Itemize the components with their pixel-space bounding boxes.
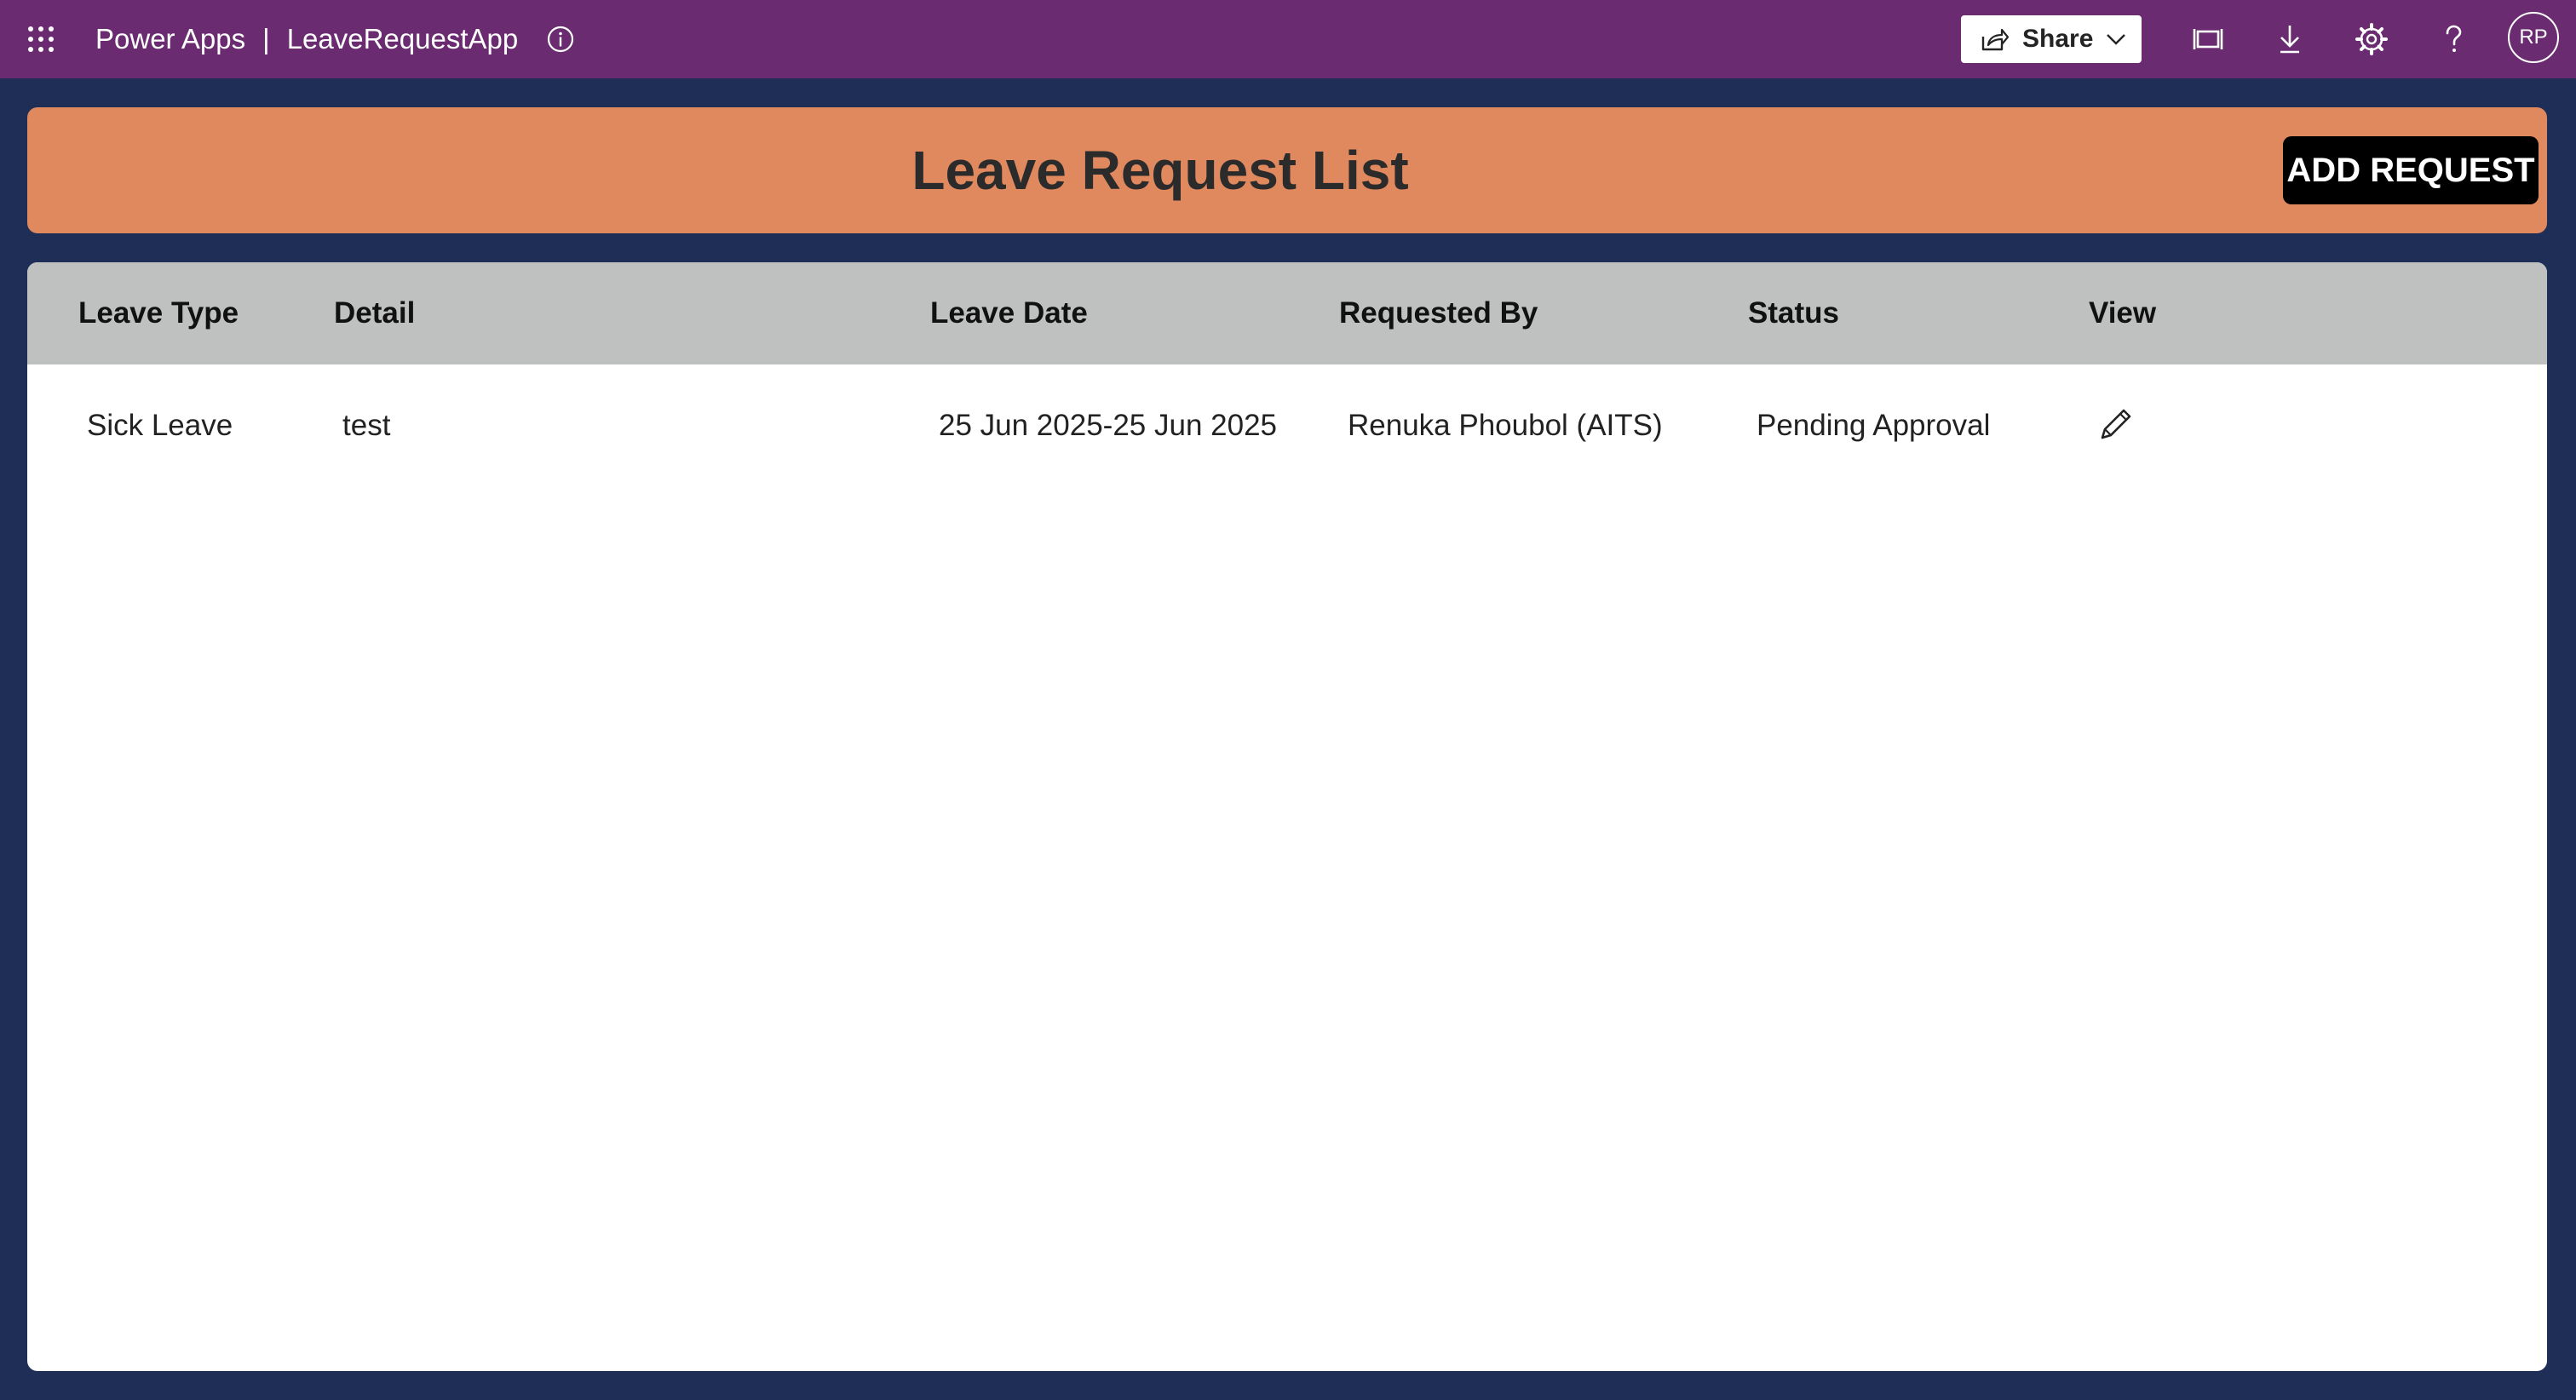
edit-icon[interactable] (2096, 404, 2136, 445)
app-name: LeaveRequestApp (286, 23, 519, 55)
leave-request-list: Leave Type Detail Leave Date Requested B… (27, 262, 2547, 1371)
page-title: Leave Request List (911, 140, 1409, 201)
title-separator: | (262, 23, 270, 55)
info-icon[interactable] (545, 24, 576, 55)
add-request-button[interactable]: ADD REQUEST (2283, 136, 2539, 204)
cell-requested-by: Renuka Phoubol (AITS) (1348, 409, 1663, 442)
share-icon (1981, 28, 2009, 51)
column-header-requested-by: Requested By (1339, 296, 1538, 330)
column-header-leave-date: Leave Date (930, 296, 1088, 330)
column-header-leave-type: Leave Type (78, 296, 239, 330)
cell-status: Pending Approval (1757, 409, 1991, 442)
cell-leave-date: 25 Jun 2025-25 Jun 2025 (939, 409, 1277, 442)
header-band: Leave Request List ADD REQUEST (27, 107, 2547, 233)
column-header-detail: Detail (334, 296, 416, 330)
avatar[interactable]: RP (2508, 12, 2559, 63)
help-icon[interactable] (2435, 20, 2472, 58)
table-header: Leave Type Detail Leave Date Requested B… (27, 262, 2547, 364)
chevron-down-icon (2107, 34, 2126, 45)
share-button[interactable]: Share (1961, 15, 2142, 63)
gear-icon[interactable] (2353, 20, 2390, 58)
product-name[interactable]: Power Apps (95, 23, 245, 55)
column-header-view: View (2089, 296, 2157, 330)
cell-leave-type: Sick Leave (87, 409, 233, 442)
cell-detail: test (342, 409, 391, 442)
app-top-bar: Power Apps | LeaveRequestApp Share RP (0, 0, 2576, 78)
download-icon[interactable] (2271, 20, 2309, 58)
fit-screen-icon[interactable] (2189, 20, 2227, 58)
table-row[interactable]: Sick Leave test 25 Jun 2025-25 Jun 2025 … (27, 364, 2547, 487)
column-header-status: Status (1748, 296, 1839, 330)
app-title: Power Apps | LeaveRequestApp (95, 17, 518, 61)
share-label: Share (2022, 25, 2094, 53)
waffle-icon[interactable] (26, 24, 56, 55)
